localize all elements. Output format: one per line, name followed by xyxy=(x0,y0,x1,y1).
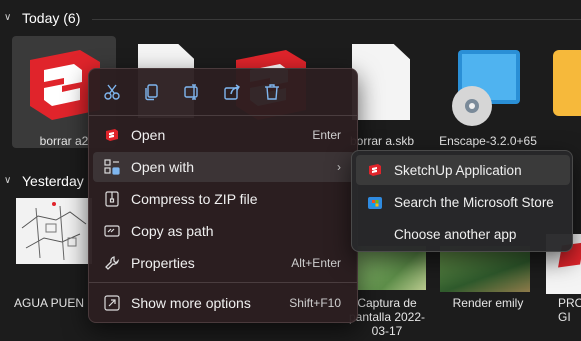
context-menu: Open Enter Open with › Compress to ZIP f… xyxy=(88,68,358,323)
submenu-item-sketchup[interactable]: SketchUp Application xyxy=(356,155,570,185)
group-header-yesterday[interactable]: ∨ Yesterday xyxy=(4,173,84,189)
menu-label: Copy as path xyxy=(131,223,214,239)
menu-label: Show more options xyxy=(131,295,251,311)
menu-item-open[interactable]: Open Enter xyxy=(93,120,355,150)
zip-icon xyxy=(103,190,121,208)
group-label-yesterday: Yesterday xyxy=(22,173,84,189)
menu-label: Open with xyxy=(131,159,195,175)
menu-divider xyxy=(89,282,357,283)
file-name: Render emily xyxy=(452,296,524,310)
menu-shortcut: Shift+F10 xyxy=(289,296,341,310)
file-item[interactable]: Enscape-3.2.0+65 xyxy=(436,36,540,148)
menu-label: Properties xyxy=(131,255,195,271)
file-name: AGUA PUEN xyxy=(14,296,85,310)
store-icon xyxy=(366,193,384,211)
submenu-item-choose-app[interactable]: Choose another app xyxy=(356,219,570,249)
share-icon[interactable] xyxy=(221,81,243,103)
chevron-right-icon: › xyxy=(337,160,341,174)
menu-item-properties[interactable]: Properties Alt+Enter xyxy=(93,248,355,278)
image-thumbnail[interactable] xyxy=(356,246,426,290)
menu-shortcut: Alt+Enter xyxy=(291,256,341,270)
group-header-today[interactable]: ∨ Today (6) xyxy=(4,10,80,26)
menu-item-show-more[interactable]: Show more options Shift+F10 xyxy=(93,288,355,318)
submenu-label: Search the Microsoft Store xyxy=(394,194,554,210)
image-thumbnail[interactable] xyxy=(440,246,530,292)
submenu-label: SketchUp Application xyxy=(394,162,522,178)
group-label-today: Today (6) xyxy=(22,10,81,26)
open-with-icon xyxy=(103,158,121,176)
menu-label: Compress to ZIP file xyxy=(131,191,258,207)
menu-shortcut: Enter xyxy=(312,128,341,142)
wrench-icon xyxy=(103,254,121,272)
menu-item-compress[interactable]: Compress to ZIP file xyxy=(93,184,355,214)
installer-icon xyxy=(452,50,520,126)
file-name: PRO GI xyxy=(558,296,581,324)
menu-item-copy-path[interactable]: Copy as path xyxy=(93,216,355,246)
copy-icon[interactable] xyxy=(141,81,163,103)
menu-item-open-with[interactable]: Open with › xyxy=(93,152,355,182)
group-divider xyxy=(92,19,581,20)
chevron-down-icon: ∨ xyxy=(4,175,12,186)
chevron-down-icon: ∨ xyxy=(4,12,12,23)
sketchup-icon xyxy=(103,126,121,144)
file-item[interactable]: Render emily xyxy=(436,290,540,320)
menu-label: Open xyxy=(131,127,166,143)
delete-icon[interactable] xyxy=(261,81,283,103)
folder-icon[interactable] xyxy=(553,50,581,116)
context-toolbar xyxy=(89,69,357,115)
sketchup-icon xyxy=(366,161,384,179)
cut-icon[interactable] xyxy=(101,81,123,103)
open-with-submenu: SketchUp Application Search the Microsof… xyxy=(351,150,573,252)
submenu-label: Choose another app xyxy=(394,226,517,242)
menu-divider xyxy=(89,115,357,116)
copy-path-icon xyxy=(103,222,121,240)
more-options-icon xyxy=(103,294,121,312)
file-name: Enscape-3.2.0+65 xyxy=(439,134,537,148)
submenu-item-store[interactable]: Search the Microsoft Store xyxy=(356,187,570,217)
rename-icon[interactable] xyxy=(181,81,203,103)
